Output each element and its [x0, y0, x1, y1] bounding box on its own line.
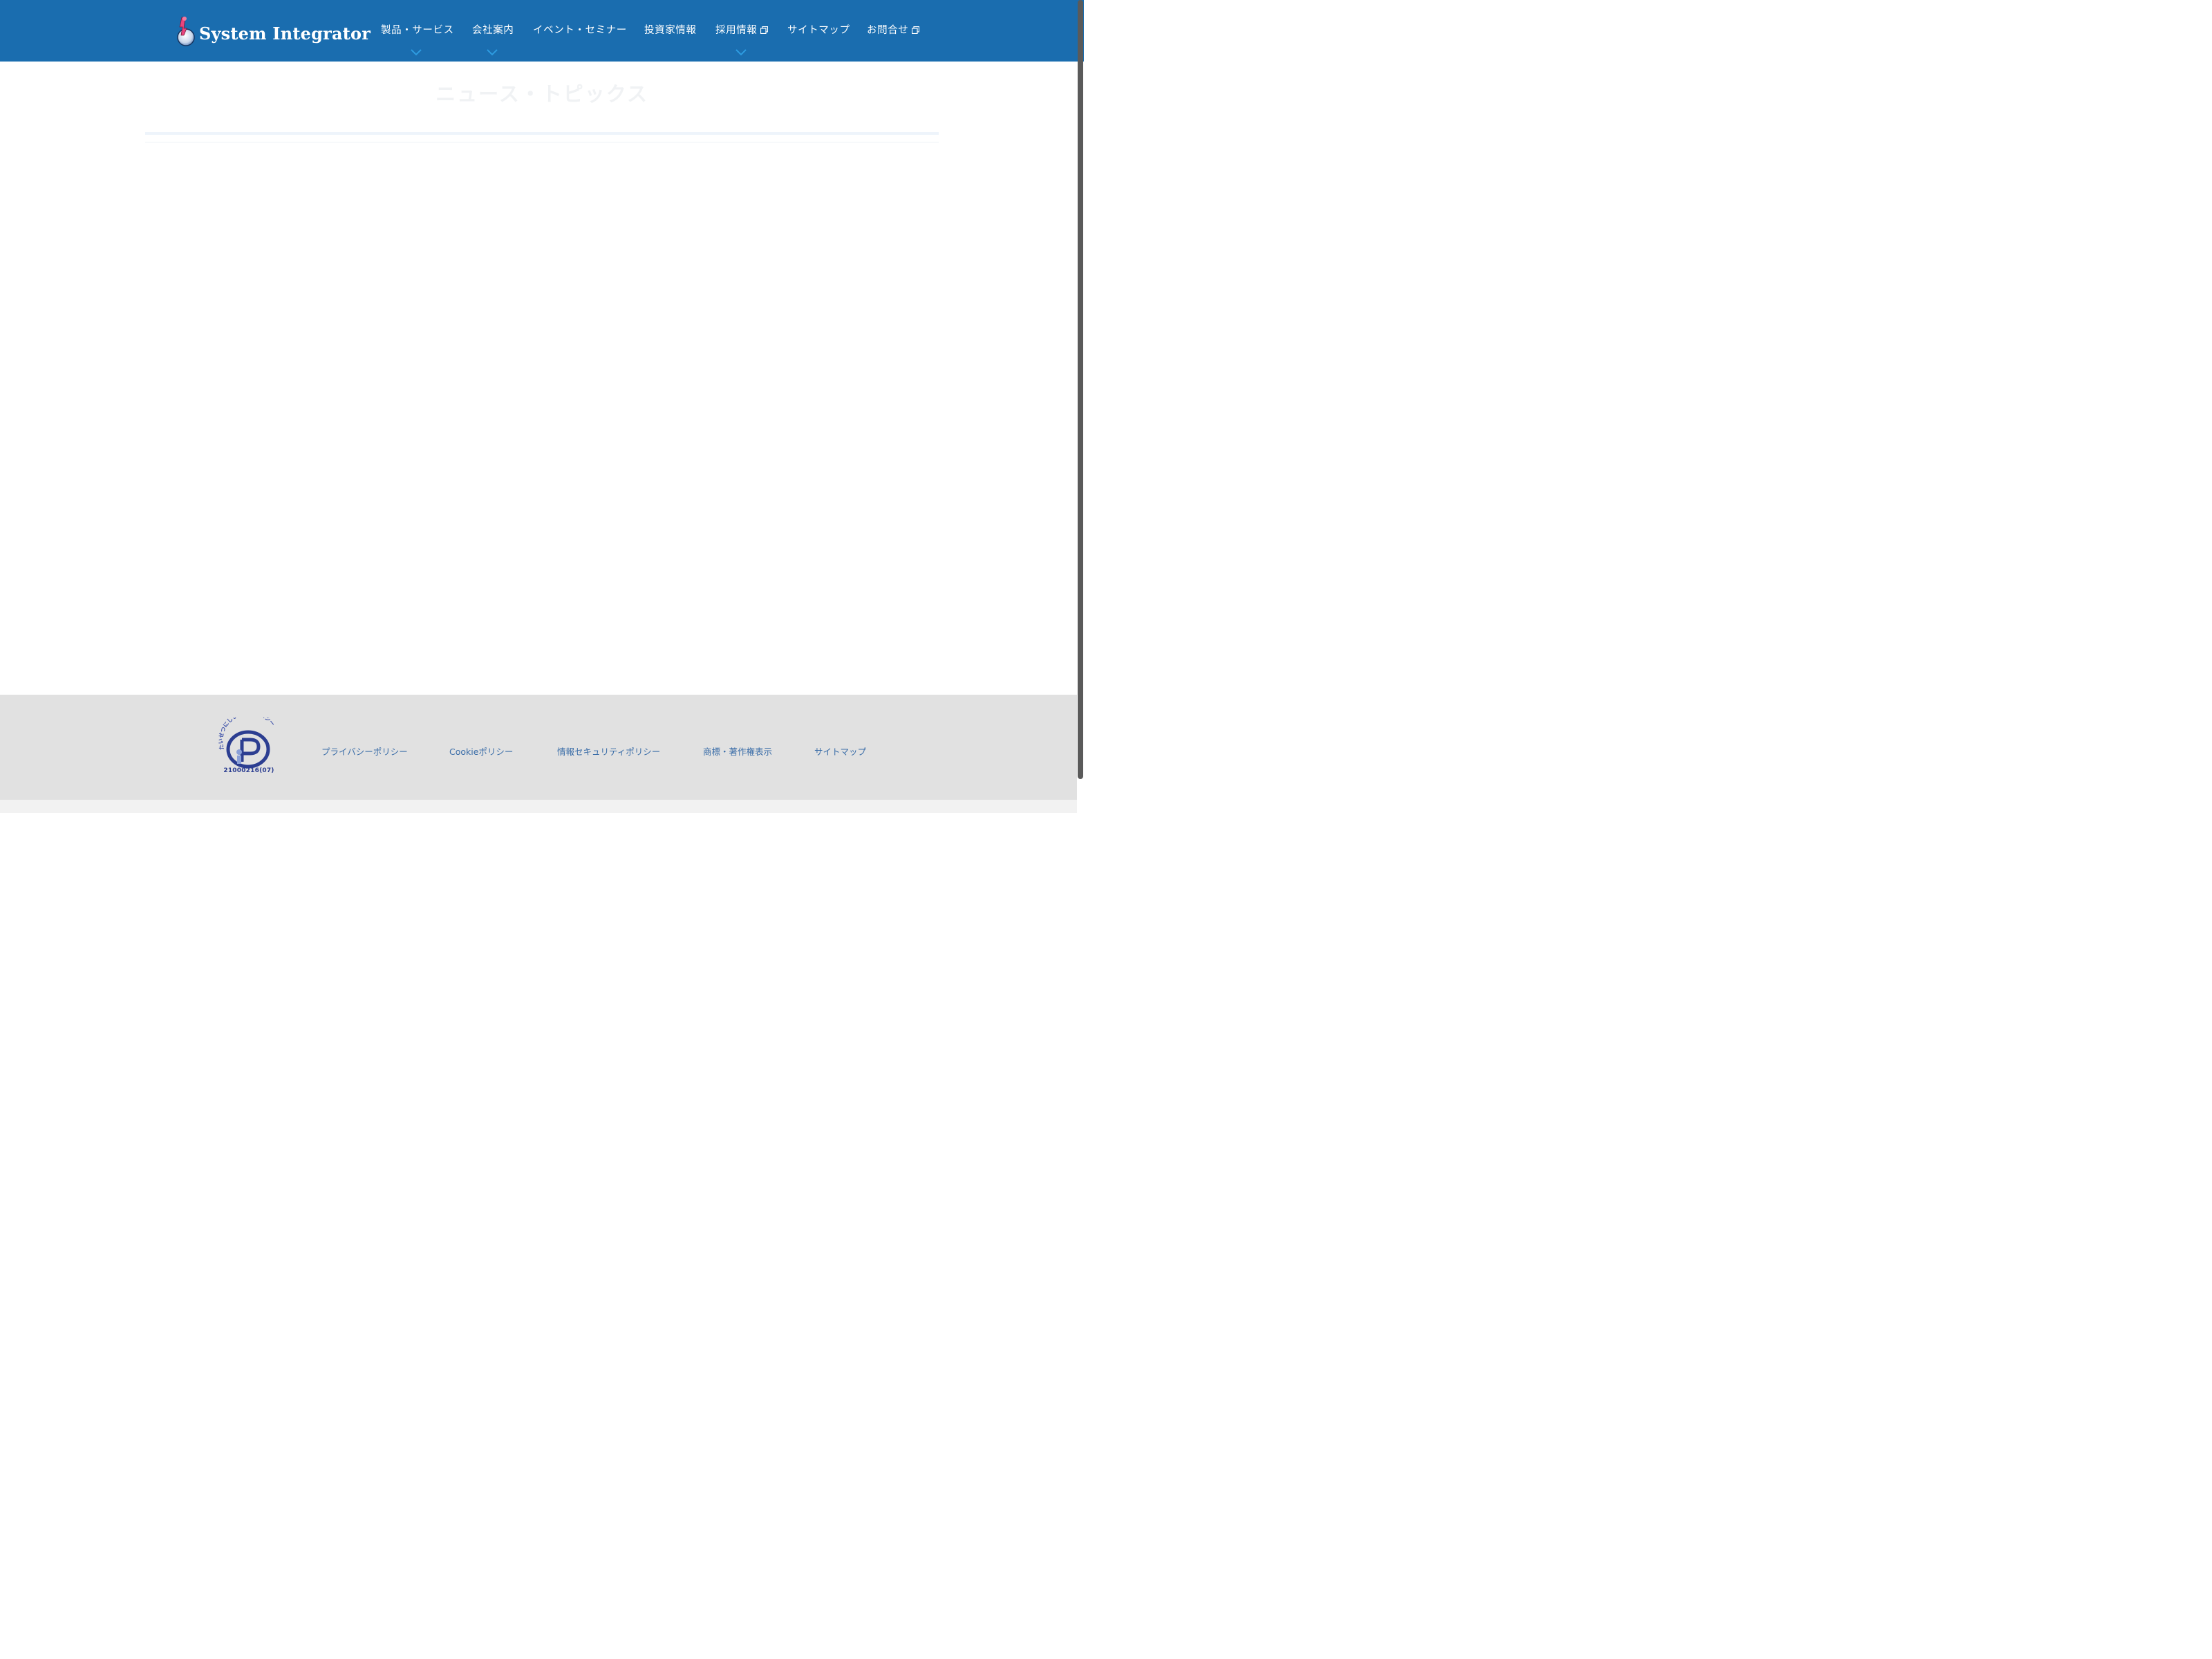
- nav-item-products[interactable]: 製品・サービス: [381, 21, 454, 37]
- nav-item-label: 会社案内: [472, 24, 514, 36]
- nav-item-label: 製品・サービス: [381, 24, 454, 36]
- external-link-icon: [912, 26, 920, 34]
- chevron-down-icon: [411, 49, 422, 56]
- nav-item-recruit[interactable]: 採用情報: [715, 21, 769, 37]
- footer-link-cookie-policy[interactable]: Cookieポリシー: [449, 744, 513, 758]
- nav-item-label: 投資家情報: [644, 24, 697, 36]
- scrollbar-thumb[interactable]: [1078, 0, 1083, 779]
- site-footer: [0, 695, 1077, 800]
- nav-item-events[interactable]: イベント・セミナー: [533, 21, 627, 37]
- nav-item-label: サイトマップ: [787, 24, 850, 36]
- site-logo[interactable]: System Integrator: [174, 14, 371, 48]
- privacy-mark-number: 21000216(07): [223, 767, 274, 774]
- external-link-icon: [760, 26, 769, 34]
- logo-text: System Integrator: [199, 23, 371, 44]
- nav-item-contact[interactable]: お問合せ: [867, 21, 920, 37]
- nav-item-label: お問合せ: [867, 24, 909, 36]
- chevron-down-icon: [735, 49, 747, 56]
- nav-item-label: イベント・セミナー: [533, 24, 627, 36]
- logo-mark-icon: [177, 17, 195, 46]
- footer-link-sitemap[interactable]: サイトマップ: [814, 744, 866, 758]
- footer-link-security-policy[interactable]: 情報セキュリティポリシー: [557, 744, 660, 758]
- nav-item-sitemap[interactable]: サイトマップ: [787, 21, 850, 37]
- page-title: ニュース・トピックス: [435, 82, 648, 106]
- footer-link-privacy-policy[interactable]: プライバシーポリシー: [321, 744, 408, 758]
- bottom-strip: [0, 800, 1077, 813]
- chevron-down-icon: [487, 49, 498, 56]
- footer-link-trademark[interactable]: 商標・著作権表示: [703, 744, 772, 758]
- title-divider: [145, 132, 939, 135]
- nav-item-label: 採用情報: [715, 24, 758, 36]
- nav-item-company[interactable]: 会社案内: [472, 21, 514, 37]
- site-header: System Integrator 製品・サービス 会社案内 イベント・セミナー…: [0, 0, 1084, 62]
- nav-item-investors[interactable]: 投資家情報: [644, 21, 697, 37]
- title-divider-secondary: [145, 142, 939, 143]
